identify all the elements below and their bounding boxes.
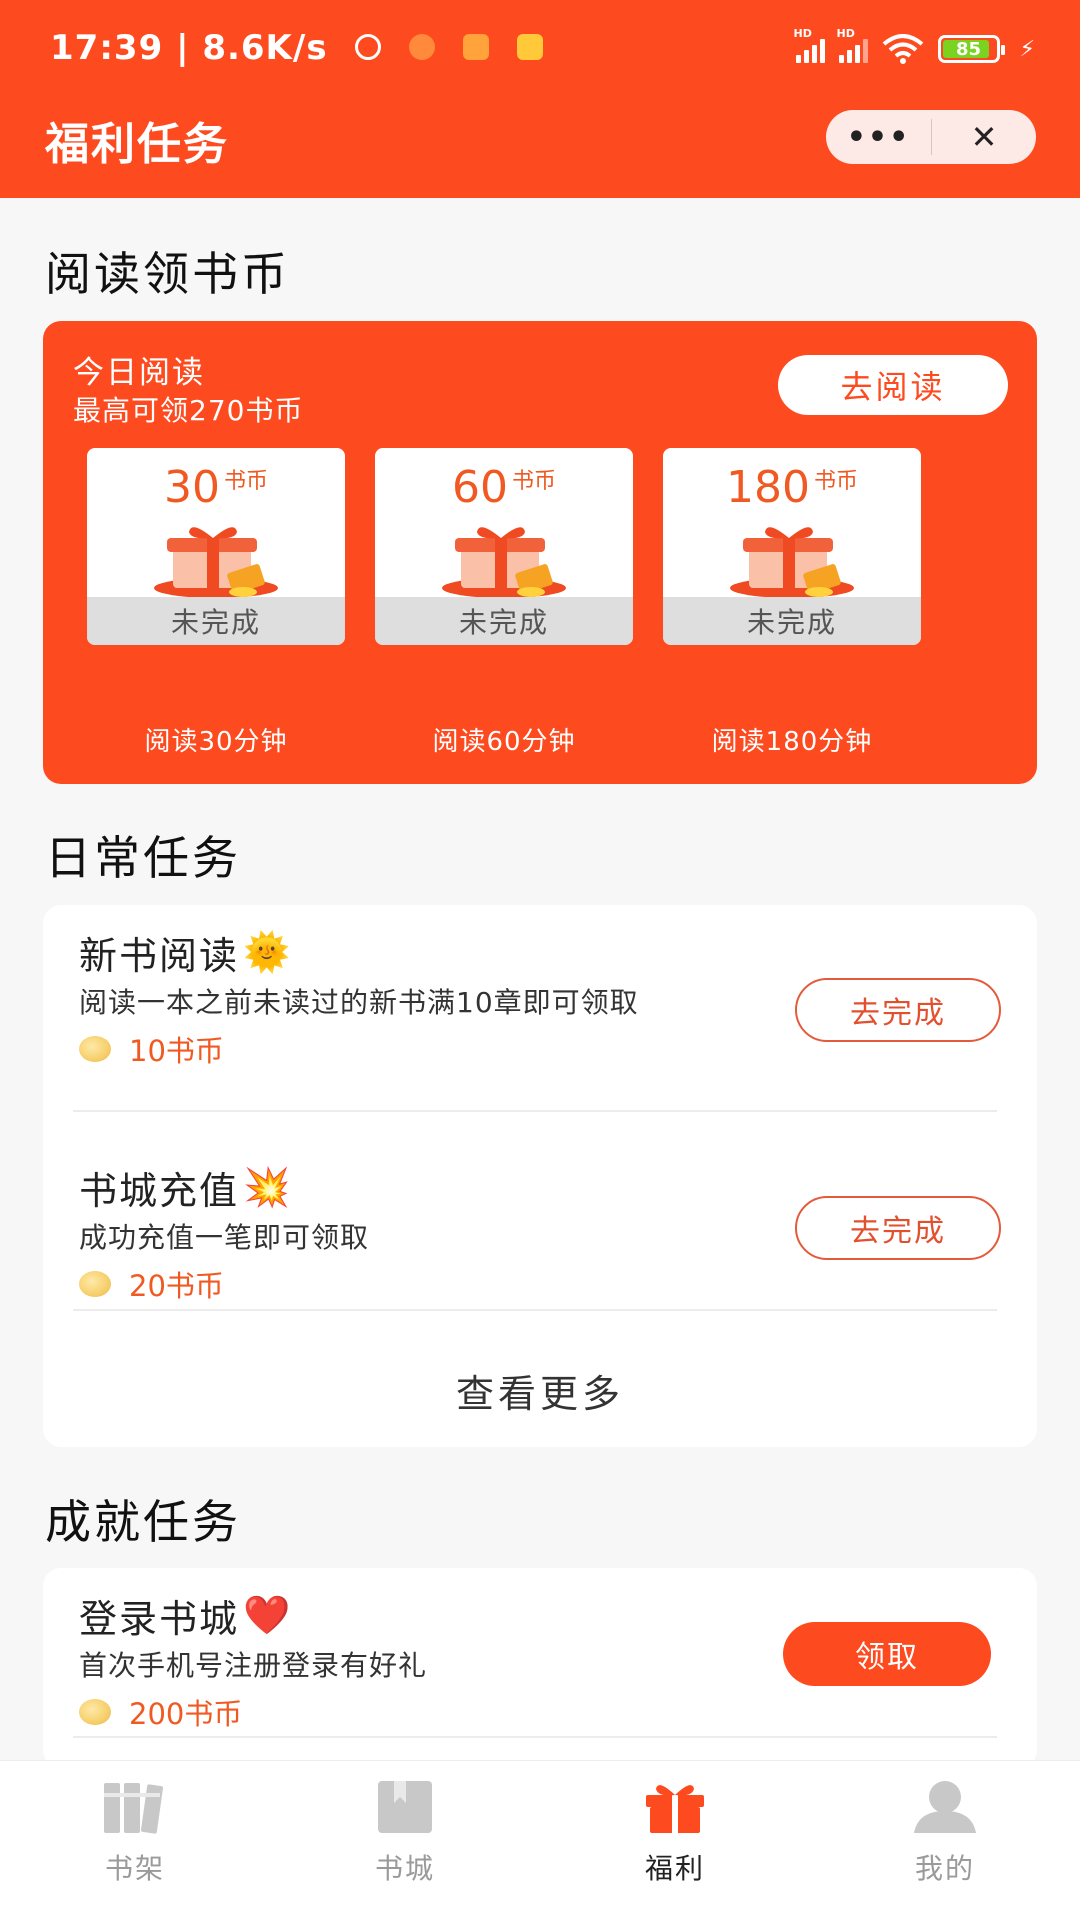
- gift-box-icon: [154, 527, 278, 598]
- bookstore-icon: [378, 1781, 432, 1833]
- reward-amount: 60: [451, 462, 508, 513]
- gift-box-icon: [442, 527, 566, 598]
- mini-program-capsule: ••• ✕: [826, 110, 1036, 164]
- tab-bookstore[interactable]: 书城: [335, 1779, 475, 1887]
- reward-status: 未完成: [87, 597, 345, 645]
- reading-card-title: 今日阅读: [73, 355, 205, 391]
- reward-tile[interactable]: 180 书币 未完成: [663, 448, 921, 645]
- tab-welfare[interactable]: 福利: [605, 1779, 745, 1887]
- user-icon: [914, 1781, 976, 1833]
- task-name: 新书阅读: [79, 934, 240, 978]
- divider: [73, 1110, 997, 1112]
- task-description: 首次手机号注册登录有好礼: [79, 1649, 428, 1682]
- task-name: 书城充值: [79, 1169, 240, 1213]
- coin-icon: [79, 1036, 111, 1062]
- close-button[interactable]: ✕: [932, 118, 1036, 156]
- tab-bookshelf[interactable]: 书架: [65, 1779, 205, 1887]
- bottom-tab-bar: 书架 书城 福利 我的: [0, 1760, 1080, 1920]
- reward-label: 阅读60分钟: [432, 727, 576, 757]
- tab-label: 书城: [374, 1852, 435, 1885]
- bookshelf-icon: [104, 1783, 164, 1834]
- taobao-icon: [463, 34, 489, 60]
- reward-tile[interactable]: 30 书币 未完成: [87, 448, 345, 645]
- page-title: 福利任务: [45, 119, 229, 170]
- claim-button[interactable]: 领取: [783, 1622, 991, 1686]
- wifi-icon: [882, 34, 923, 64]
- signal-icon: HD: [837, 27, 868, 63]
- go-read-button[interactable]: 去阅读: [778, 355, 1008, 415]
- gift-box-icon: [730, 527, 854, 598]
- daily-task-card: 新书阅读 🌞 阅读一本之前未读过的新书满10章即可领取 10书币 去完成 书城充值…: [43, 905, 1037, 1447]
- task-reward: 200书币: [129, 1697, 243, 1731]
- tab-label: 我的: [914, 1852, 975, 1885]
- reward-status: 未完成: [375, 597, 633, 645]
- reward-unit: 书币: [813, 469, 858, 494]
- status-bar: 17:39 | 8.6K/s HD HD 85 ⚡: [0, 0, 1080, 100]
- notification-icons: [355, 34, 543, 60]
- coin-icon: [79, 1699, 111, 1725]
- reward-amount: 30: [163, 462, 220, 513]
- divider: [73, 1309, 997, 1311]
- reward-tile[interactable]: 60 书币 未完成: [375, 448, 633, 645]
- task-reward: 20书币: [129, 1269, 224, 1303]
- gift-icon: [646, 1785, 704, 1833]
- task-name: 登录书城: [79, 1597, 240, 1641]
- reward-status: 未完成: [663, 597, 921, 645]
- coin-icon: [79, 1271, 111, 1297]
- task-reward: 10书币: [129, 1034, 224, 1068]
- burst-icon: 💥: [243, 1165, 293, 1209]
- charging-icon: ⚡: [1019, 36, 1035, 62]
- tab-mine[interactable]: 我的: [875, 1779, 1015, 1887]
- app-notification-icon: [517, 34, 543, 60]
- divider: [73, 1736, 997, 1738]
- reward-amount: 180: [726, 462, 810, 513]
- section-title-achievement: 成就任务: [45, 1495, 241, 1549]
- reward-label: 阅读30分钟: [144, 727, 288, 757]
- complete-button[interactable]: 去完成: [795, 1196, 1001, 1260]
- tab-label: 福利: [644, 1852, 705, 1885]
- section-title-reading: 阅读领书币: [45, 247, 290, 301]
- sun-icon: 🌞: [243, 930, 293, 974]
- complete-button[interactable]: 去完成: [795, 978, 1001, 1042]
- see-more-link[interactable]: 查看更多: [43, 1363, 1037, 1418]
- reward-unit: 书币: [223, 469, 268, 494]
- system-icons: HD HD 85 ⚡: [794, 27, 1035, 64]
- more-button[interactable]: •••: [826, 120, 931, 155]
- signal-icon: HD: [794, 27, 825, 63]
- battery-icon: 85: [937, 35, 1005, 63]
- reading-card: 今日阅读 最高可领270书币 去阅读 30 书币 未完成 60 书币 未完成 1…: [43, 321, 1037, 784]
- reward-label: 阅读180分钟: [711, 727, 873, 757]
- task-description: 阅读一本之前未读过的新书满10章即可领取: [79, 986, 639, 1019]
- heart-icon: ❤️: [243, 1593, 293, 1637]
- mute-icon: [355, 34, 381, 60]
- task-description: 成功充值一笔即可领取: [79, 1221, 370, 1254]
- weibo-icon: [409, 34, 435, 60]
- status-time: 17:39 | 8.6K/s: [50, 28, 328, 68]
- reward-unit: 书币: [511, 469, 556, 494]
- reading-card-subtitle: 最高可领270书币: [73, 394, 304, 427]
- section-title-daily: 日常任务: [45, 831, 241, 885]
- header: 17:39 | 8.6K/s HD HD 85 ⚡ 福利任务 ••• ✕: [0, 0, 1080, 198]
- tab-label: 书架: [104, 1852, 165, 1885]
- achievement-task-card: 登录书城 ❤️ 首次手机号注册登录有好礼 200书币 领取: [43, 1568, 1037, 1768]
